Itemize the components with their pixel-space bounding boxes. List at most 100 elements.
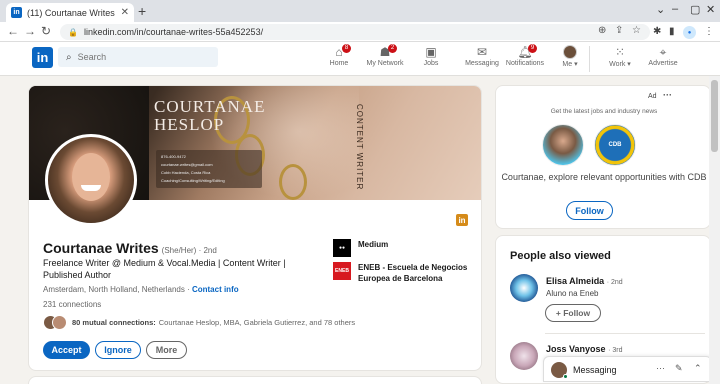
linkedin-logo[interactable]: in	[32, 47, 53, 68]
browser-tab[interactable]: in (11) Courtanae Writes | LinkedIn ✕	[6, 3, 134, 22]
browser-menu-icon[interactable]: ⋮	[704, 26, 714, 37]
forward-icon[interactable]: →	[24, 24, 36, 38]
people-also-viewed-title: People also viewed	[510, 250, 611, 262]
scrollbar-thumb[interactable]	[711, 80, 718, 152]
back-icon[interactable]: ←	[7, 24, 19, 38]
reload-icon[interactable]: ↻	[41, 24, 51, 38]
messaging-icon: ✉	[476, 45, 488, 59]
url-field[interactable]: 🔒 linkedin.com/in/courtanae-writes-55a45…	[60, 24, 650, 40]
nav-notifications[interactable]: 🔔︎ 9 Notifications	[502, 44, 548, 67]
tab-title: (11) Courtanae Writes | LinkedIn	[27, 7, 118, 18]
banner-vertical-text: CONTENT WRITER	[355, 104, 364, 191]
banner-name-line1: COURTANAE	[154, 97, 266, 116]
person-subtitle: Aluno na Eneb	[546, 289, 599, 298]
network-badge: 2	[388, 44, 397, 53]
org-eneb-name: ENEB - Escuela de Negocios Europea de Ba…	[358, 263, 468, 283]
new-tab-icon[interactable]: +	[138, 3, 146, 19]
banner-contact-block: 876-400-9472 courtanae.writes@gmail.com …	[156, 150, 262, 188]
person-degree: · 2nd	[606, 279, 623, 286]
search-input[interactable]	[77, 52, 198, 62]
nav-divider	[589, 46, 590, 72]
bell-icon: 🔔︎ 9	[502, 44, 548, 60]
banner-info-line: courtanae.writes@gmail.com	[161, 162, 213, 167]
extensions-icon[interactable]: ✱	[653, 26, 661, 37]
url-text: linkedin.com/in/courtanae-writes-55a4522…	[83, 27, 264, 37]
more-button[interactable]: More	[146, 341, 187, 359]
banner-info-line: Coaching/Consulting/Writing/Editing	[161, 178, 225, 183]
linkedin-favicon: in	[11, 7, 22, 18]
accept-button[interactable]: Accept	[43, 341, 90, 359]
address-bar-row: ← → ↻ 🔒 linkedin.com/in/courtanae-writes…	[0, 22, 720, 42]
more-options-icon[interactable]: ···	[656, 363, 665, 373]
restore-icon[interactable]: –	[672, 3, 678, 15]
ad-label: Ad	[648, 93, 657, 100]
chevron-up-icon[interactable]: ⌃	[694, 363, 702, 374]
banner-name-line2: HESLOP	[154, 115, 225, 134]
ad-message: Courtanae, explore relevant opportunitie…	[501, 172, 707, 182]
nav-me[interactable]: Me ▾	[547, 45, 593, 68]
ad-options-icon[interactable]: ···	[663, 90, 672, 100]
ad-follow-button[interactable]: Follow	[566, 201, 613, 220]
org-medium-name: Medium	[358, 240, 389, 249]
advertise-icon: ⌖	[659, 45, 667, 59]
nav-messaging[interactable]: ✉ Messaging	[459, 45, 505, 67]
ad-tagline: Get the latest jobs and industry news	[550, 108, 658, 115]
nav-jobs[interactable]: ▣ Jobs	[408, 45, 454, 67]
linkedin-premium-icon: in	[456, 214, 468, 226]
photo-face	[72, 153, 110, 201]
lock-icon: 🔒	[68, 27, 78, 37]
search-box[interactable]: ⌕	[58, 47, 218, 67]
photo-smile	[81, 185, 101, 191]
profile-photo[interactable]	[45, 134, 137, 226]
banner-info-line: Cobb Hacienda, Costa Rica	[161, 170, 211, 175]
sidepanel-icon[interactable]: ▮	[669, 26, 675, 37]
close-window-icon[interactable]: ✕	[706, 3, 715, 16]
person-avatar	[510, 342, 538, 370]
org-medium[interactable]: ●● Medium	[333, 239, 481, 257]
contact-info-link[interactable]: Contact info	[192, 285, 239, 294]
share-icon[interactable]: ⇪	[615, 25, 623, 36]
messaging-overlay[interactable]: Messaging ··· ✎ ⌃	[543, 356, 712, 382]
profile-location: Amsterdam, North Holland, Netherlands · …	[43, 285, 239, 294]
close-tab-icon[interactable]: ✕	[121, 7, 129, 18]
medium-logo: ●●	[333, 239, 351, 257]
nav-work[interactable]: ⁙ Work ▾	[597, 45, 643, 68]
zoom-icon[interactable]: ⊕	[598, 25, 606, 36]
nav-advertise-label: Advertise	[648, 60, 678, 67]
nav-my-network[interactable]: ☗ 2 My Network	[362, 44, 408, 67]
person-follow-button[interactable]: + Follow	[545, 304, 601, 322]
nav-advertise[interactable]: ⌖ Advertise	[640, 45, 686, 67]
compose-icon[interactable]: ✎	[675, 363, 683, 374]
banner-chain	[279, 164, 307, 200]
person-name: Elisa Almeida	[546, 276, 605, 286]
person-name-line: Joss Vanyose · 3rd	[546, 344, 622, 354]
nav-my-network-label: My Network	[366, 60, 404, 67]
network-icon: ☗ 2	[362, 44, 408, 60]
search-icon: ⌕	[66, 51, 72, 63]
ad-user-avatar	[542, 124, 584, 166]
connections-count[interactable]: 231 connections	[43, 300, 101, 309]
minimize-icon[interactable]: ⌄	[656, 3, 665, 16]
mutual-connections[interactable]: 80 mutual connections: Courtanae Heslop,…	[43, 315, 355, 330]
mutual-names: Courtanae Heslop, MBA, Gabriela Gutierre…	[158, 318, 356, 327]
ad-card: Ad ··· Get the latest jobs and industry …	[495, 85, 711, 229]
grid-icon: ⁙	[614, 45, 626, 59]
browser-profile-icon[interactable]: ●	[683, 26, 696, 39]
ignore-button[interactable]: Ignore	[95, 341, 141, 359]
eneb-logo: ENEB	[333, 262, 351, 280]
profile-name-text: Courtanae Writes	[43, 240, 159, 256]
next-section-card	[28, 376, 482, 384]
nav-home-label: Home	[329, 60, 349, 67]
profile-pronouns: (She/Her) · 2nd	[161, 246, 217, 255]
nav-me-label: Me ▾	[562, 61, 578, 68]
maximize-icon[interactable]: ▢	[690, 3, 700, 16]
bookmark-star-icon[interactable]: ☆	[632, 25, 641, 36]
mutual-avatar	[52, 315, 67, 330]
profile-headline: Freelance Writer @ Medium & Vocal.Media …	[43, 258, 286, 280]
person-name-line: Elisa Almeida · 2nd	[546, 276, 623, 286]
nav-notifications-label: Notifications	[505, 60, 545, 67]
nav-home[interactable]: ⌂ 8 Home	[316, 44, 362, 67]
page-scrollbar[interactable]	[709, 76, 720, 384]
online-status-dot	[563, 374, 568, 379]
org-eneb[interactable]: ENEB ENEB - Escuela de Negocios Europea …	[333, 262, 481, 284]
